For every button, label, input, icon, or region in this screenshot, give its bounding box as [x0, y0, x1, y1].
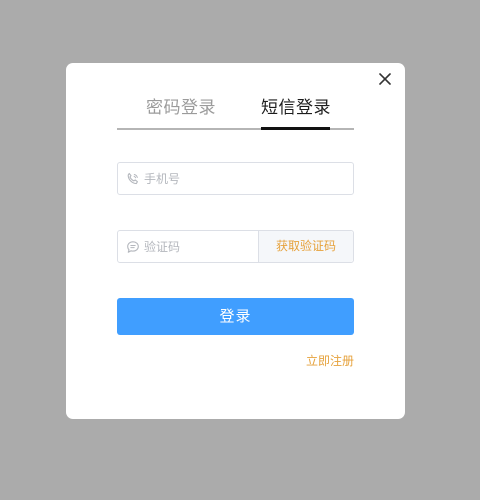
message-icon — [127, 241, 139, 253]
tab-active-indicator — [261, 127, 330, 130]
phone-field[interactable] — [117, 162, 354, 195]
phone-icon — [127, 172, 138, 185]
register-link[interactable]: 立即注册 — [306, 352, 354, 370]
tab-sms-login[interactable]: 短信登录 — [261, 96, 331, 120]
login-tabs: 密码登录 短信登录 — [117, 93, 354, 130]
login-button[interactable]: 登录 — [117, 298, 354, 335]
code-input[interactable] — [144, 231, 256, 262]
close-button[interactable] — [375, 69, 395, 89]
close-icon[interactable] — [375, 69, 395, 89]
tab-password-underline — [146, 128, 215, 130]
code-field[interactable]: 获取验证码 — [117, 230, 354, 263]
tab-password-login[interactable]: 密码登录 — [146, 96, 216, 120]
login-dialog: 密码登录 短信登录 获取验证码 登录 立即注册 — [66, 63, 405, 419]
phone-input[interactable] — [144, 163, 344, 194]
get-code-button[interactable]: 获取验证码 — [258, 231, 353, 262]
